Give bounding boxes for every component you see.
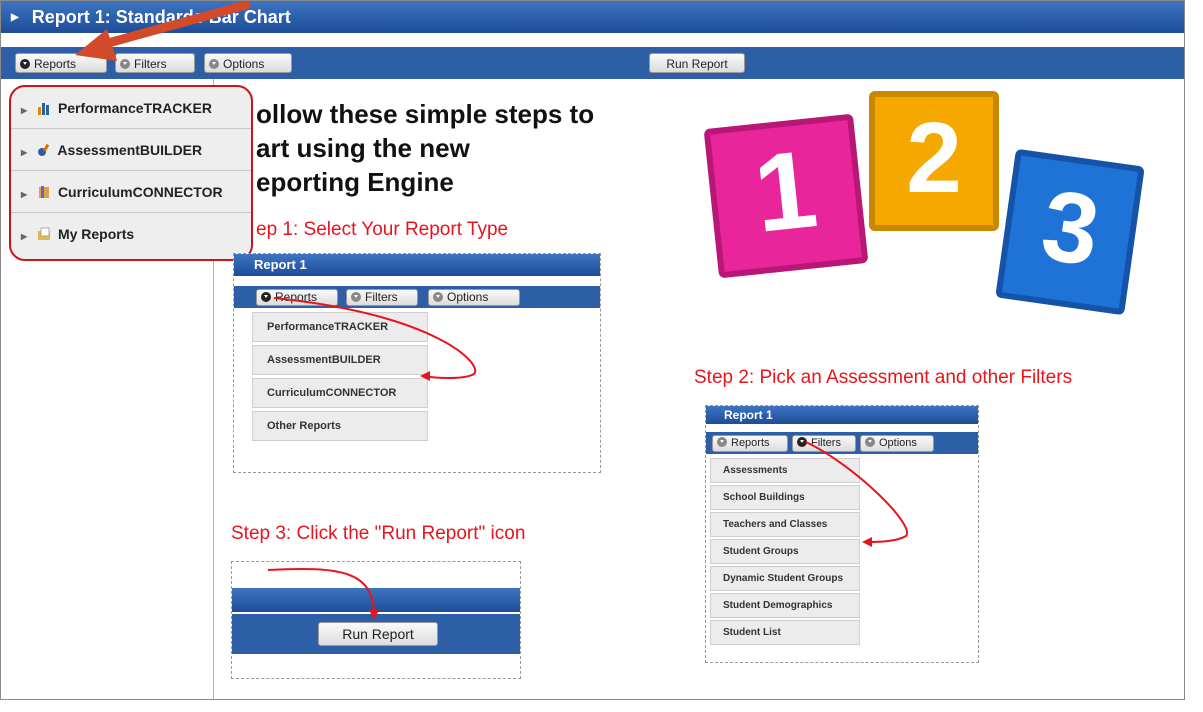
step-2-screenshot: Report 1 Reports Filters Options Assessm…: [705, 405, 979, 663]
folder-icon: [38, 227, 51, 240]
intro-line-2: art using the new: [256, 133, 470, 163]
red-arrow-icon: [267, 567, 379, 620]
connector-icon: [39, 186, 50, 198]
intro-line-1: ollow these simple steps to: [256, 99, 595, 129]
numbered-blocks-graphic: 1 2 3: [701, 85, 1145, 345]
bar-chart-icon: [38, 103, 50, 115]
menu-item-label: PerformanceTRACKER: [57, 100, 212, 116]
red-arrow-icon: [273, 297, 477, 381]
expand-arrow-icon: ▶: [21, 232, 28, 241]
step-3-screenshot: Run Report: [231, 561, 521, 679]
block-3: 3: [995, 148, 1145, 316]
block-1: 1: [703, 113, 869, 279]
menu-item-label: AssessmentBUILDER: [57, 142, 203, 158]
expand-arrow-icon: ▶: [21, 190, 28, 199]
menu-item-assessmentbuilder[interactable]: ▶ AssessmentBUILDER: [11, 129, 251, 171]
run-report-button[interactable]: Run Report: [649, 53, 745, 73]
expand-arrow-icon: ▶: [21, 106, 28, 115]
step-2-label: Step 2: Pick an Assessment and other Fil…: [694, 367, 1073, 388]
intro-heading: ollow these simple steps to art using th…: [256, 97, 594, 199]
builder-icon: [38, 143, 50, 156]
block-2-label: 2: [906, 102, 962, 214]
menu-item-my-reports[interactable]: ▶ My Reports: [11, 213, 251, 255]
chevron-down-icon: [20, 59, 30, 69]
block-3-label: 3: [1035, 168, 1106, 288]
step-3-label: Step 3: Click the "Run Report" icon: [231, 523, 526, 544]
step-1-screenshot: Report 1 Reports Filters Options Perform…: [233, 253, 601, 473]
report-window: ▶ Report 1: Standards Bar Chart Reports …: [0, 0, 1185, 700]
collapse-icon[interactable]: ▶: [11, 12, 19, 23]
expand-arrow-icon: ▶: [21, 148, 28, 157]
menu-item-label: My Reports: [57, 226, 135, 242]
menu-item-label: CurriculumCONNECTOR: [57, 184, 223, 200]
pointer-arrow-icon: [75, 1, 251, 61]
menu-item-performancetracker[interactable]: ▶ PerformanceTRACKER: [11, 87, 251, 129]
step-1-label: ep 1: Select Your Report Type: [256, 219, 509, 240]
intro-line-3: eporting Engine: [256, 167, 454, 197]
red-arrow-icon: [805, 441, 909, 547]
reports-dropdown-menu: ▶ PerformanceTRACKER ▶ AssessmentBUILDER…: [9, 85, 253, 261]
menu-item-curriculumconnector[interactable]: ▶ CurriculumCONNECTOR: [11, 171, 251, 213]
block-2: 2: [869, 91, 999, 231]
block-1-label: 1: [748, 127, 823, 256]
